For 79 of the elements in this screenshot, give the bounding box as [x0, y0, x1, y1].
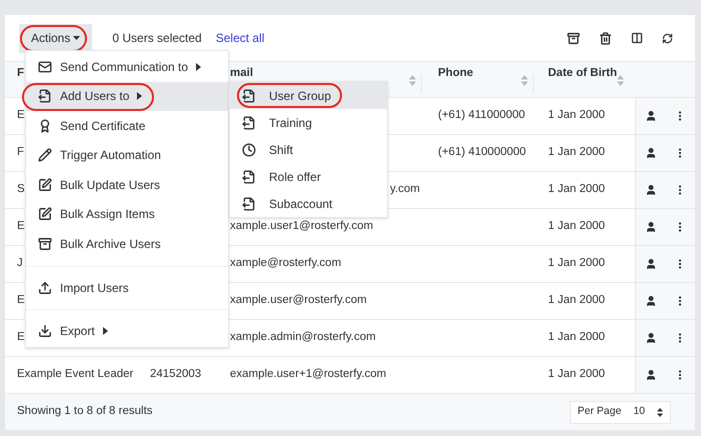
table-cell-text: 1 Jan 2000	[548, 330, 605, 346]
sort-icon	[521, 75, 528, 86]
table-cell-text: example.user+1@rosterfy.com	[230, 367, 386, 382]
file-arrow-icon	[242, 88, 256, 102]
table-cell-text: E	[17, 219, 25, 234]
file-arrow-icon	[242, 116, 256, 130]
table-cell-text: (+61) 410000000	[438, 145, 526, 160]
table-cell-text: xample.user1@rosterfy.com	[230, 219, 374, 234]
table-cell-text: 1 Jan 2000	[548, 145, 605, 160]
menu-item[interactable]: Import Users	[26, 266, 228, 302]
table-cell-text: 1 Jan 2000	[548, 293, 605, 308]
menu-item[interactable]: Role offer	[230, 163, 387, 190]
table-cell-text: Example Event Leader	[17, 367, 134, 382]
user-icon[interactable]	[644, 184, 657, 196]
user-icon[interactable]	[644, 369, 657, 381]
caret-icon	[73, 36, 80, 40]
file-arrow-icon	[242, 170, 256, 184]
table-cell-text: 24152003	[150, 367, 202, 382]
menu-item[interactable]: Bulk Archive Users	[26, 229, 228, 258]
pencil-icon	[38, 148, 52, 162]
column-header: F	[17, 67, 24, 80]
file-arrow-icon	[242, 196, 256, 210]
sort-icon	[657, 408, 663, 416]
table-cell-text: 1 Jan 2000	[548, 256, 605, 272]
caret-icon	[102, 327, 108, 336]
column-header[interactable]: Date of Birth	[548, 67, 624, 86]
menu-item[interactable]: Subaccount	[230, 190, 387, 217]
clock-icon	[242, 142, 256, 156]
download-icon	[38, 324, 52, 338]
table-cell-text: S	[17, 182, 25, 198]
table-cell-text: xample.admin@rosterfy.com	[230, 330, 376, 346]
user-icon[interactable]	[644, 110, 657, 122]
envelope-icon	[38, 60, 52, 74]
edit-icon	[38, 207, 52, 222]
caret-icon	[196, 62, 202, 71]
menu-item[interactable]: Export	[26, 309, 228, 346]
select-all-link[interactable]: Select all	[216, 29, 264, 47]
table-cell-text: 1 Jan 2000	[548, 367, 605, 382]
column-header[interactable]: Phone	[438, 67, 528, 86]
user-icon[interactable]	[644, 332, 657, 344]
table-cell-text: xample@rosterfy.com	[230, 256, 342, 272]
menu-item[interactable]: Trigger Automation	[26, 140, 228, 170]
archive-icon	[38, 236, 52, 251]
user-icon[interactable]	[644, 221, 657, 233]
table-cell-text: E	[17, 330, 25, 346]
archive-icon[interactable]	[567, 32, 580, 44]
per-page-select[interactable]: Per Page 10	[570, 400, 671, 424]
edit-icon	[38, 178, 52, 192]
file-arrow-icon	[38, 89, 52, 104]
sort-icon	[409, 75, 416, 86]
results-summary: Showing 1 to 8 of 8 results	[17, 404, 153, 420]
user-icon[interactable]	[644, 147, 657, 159]
caret-icon	[137, 92, 142, 100]
user-icon[interactable]	[644, 295, 657, 307]
menu-item[interactable]: Send Communication to	[26, 52, 228, 82]
delete-icon[interactable]	[599, 32, 612, 44]
sort-icon	[617, 75, 624, 86]
table-cell-text: 1 Jan 2000	[548, 219, 605, 234]
certificate-icon	[38, 118, 52, 133]
menu-item[interactable]: Shift	[230, 136, 387, 163]
user-icon[interactable]	[644, 258, 657, 270]
table-cell-text: E	[17, 108, 25, 124]
table-cell-text: F	[17, 145, 24, 160]
table-cell-text: xample.user@rosterfy.com	[230, 293, 367, 308]
menu-item[interactable]: Training	[230, 109, 387, 136]
table-cell-text: 1 Jan 2000	[548, 108, 605, 124]
refresh-icon[interactable]	[662, 32, 673, 44]
table-cell-text: J	[17, 256, 23, 272]
menu-item[interactable]: Bulk Update Users	[26, 170, 228, 200]
selection-count: 0 Users selected	[112, 30, 202, 47]
menu-item[interactable]: Send Certificate	[26, 111, 228, 140]
upload-icon	[38, 280, 52, 295]
columns-icon[interactable]	[631, 32, 643, 44]
table-cell-text: E	[17, 293, 25, 308]
table-cell: y.com	[390, 183, 420, 196]
table-cell-text: 1 Jan 2000	[548, 182, 605, 198]
table-cell-text: (+61) 411000000	[438, 108, 526, 124]
menu-item[interactable]: User Group	[230, 82, 387, 109]
menu-item[interactable]: Bulk Assign Items	[26, 200, 228, 229]
